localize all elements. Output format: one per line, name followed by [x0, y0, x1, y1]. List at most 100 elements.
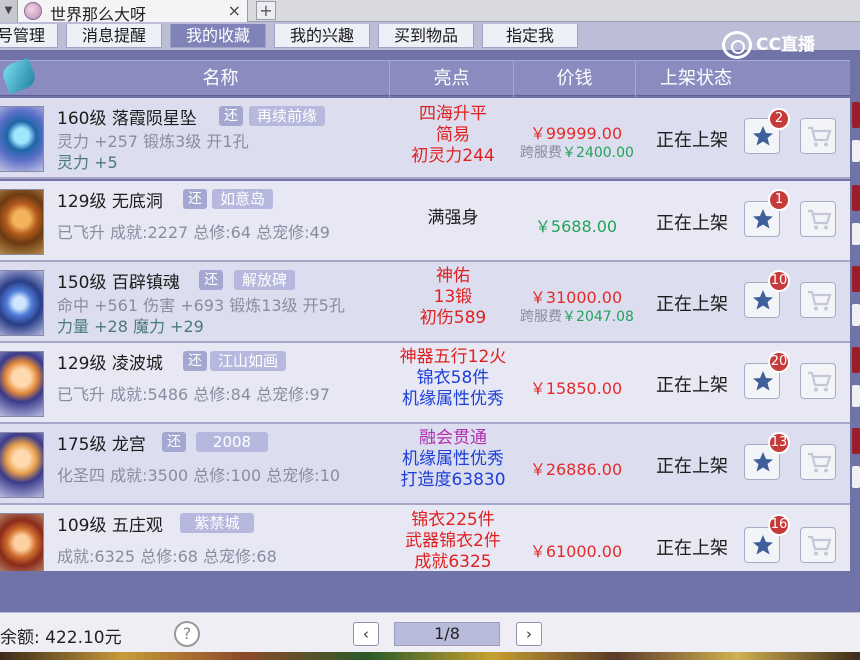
item-price: ￥99999.00	[529, 124, 623, 143]
window-tab[interactable]: 世界那么大呀 ×	[18, 0, 248, 24]
side-handle[interactable]	[852, 266, 860, 292]
star-icon	[753, 535, 773, 555]
star-icon	[753, 371, 773, 391]
item-name: 175级 龙宫	[57, 435, 146, 455]
item-thumbnail[interactable]	[0, 351, 44, 417]
new-tab-button[interactable]: +	[256, 1, 276, 20]
window-tab-bar: ▼ 世界那么大呀 × +	[0, 0, 860, 24]
item-name: 129级 凌波城	[57, 354, 163, 374]
favorite-count-badge: 1	[768, 189, 790, 211]
star-icon	[753, 452, 773, 472]
table-row[interactable]: 129级 无底洞 还 如意岛 已飞升 成就:2227 总修:64 总宠修:49 …	[0, 181, 860, 262]
highlight-item: 锦衣58件	[416, 368, 490, 388]
fee-label: 跨服费	[520, 309, 563, 325]
listing-status: 正在上架	[656, 130, 728, 151]
side-handle[interactable]	[852, 428, 860, 454]
item-price: ￥31000.00	[529, 288, 623, 307]
cross-server-fee: 跨服费￥2047.08	[514, 306, 640, 326]
cross-server-fee: 跨服费￥2400.00	[514, 142, 640, 162]
item-price: ￥15850.00	[529, 379, 623, 398]
avatar-icon	[24, 2, 42, 20]
tab-my-interests[interactable]: 我的兴趣	[274, 24, 370, 48]
highlight-list: 神器五行12火 锦衣58件 机缘属性优秀	[390, 347, 516, 410]
side-handle[interactable]	[852, 385, 860, 407]
tab-dropdown-button[interactable]: ▼	[0, 0, 18, 22]
item-thumbnail[interactable]	[0, 270, 44, 336]
next-page-button[interactable]: ›	[516, 622, 542, 646]
table-row[interactable]: 129级 凌波城 还 江山如画 已飞升 成就:5486 总修:84 总宠修:97…	[0, 343, 860, 424]
cart-icon	[808, 452, 832, 473]
attr-label: 灵力	[57, 153, 90, 172]
bargain-badge: 还	[219, 106, 243, 126]
table-row[interactable]: 175级 龙宫 还 2008 化圣四 成就:3500 总修:100 总宠修:10…	[0, 424, 860, 505]
highlight-list: 四海升平 简易 初灵力244	[390, 104, 516, 167]
side-handle[interactable]	[852, 347, 860, 373]
table-row[interactable]: 109级 五庄观 紫禁城 成就:6325 总修:68 总宠修:68 锦衣225件…	[0, 505, 850, 571]
server-tag: 江山如画	[210, 351, 287, 371]
fee-value: ￥2400.00	[562, 145, 634, 161]
highlight-item: 机缘属性优秀	[402, 389, 504, 409]
help-icon[interactable]: ?	[174, 621, 200, 647]
star-icon	[753, 209, 773, 229]
favorite-count-badge: 2	[768, 108, 790, 130]
item-thumbnail[interactable]	[0, 432, 44, 498]
tab-messages[interactable]: 消息提醒	[66, 24, 162, 48]
column-highlight: 亮点	[390, 61, 514, 97]
item-attributes: 已飞升 成就:5486 总修:84 总宠修:97	[57, 385, 330, 404]
cart-button[interactable]	[800, 282, 836, 318]
highlight-item: 神器五行12火	[399, 347, 507, 367]
item-name: 150级 百辟镇魂	[57, 273, 180, 293]
attr-value: +28 魔力 +29	[94, 317, 204, 336]
cc-live-logo: CC直播	[722, 30, 815, 60]
favorite-count-badge: 20	[768, 351, 790, 373]
side-handle[interactable]	[852, 304, 860, 326]
prev-page-button[interactable]: ‹	[353, 622, 379, 646]
cart-button[interactable]	[800, 444, 836, 480]
highlight-item: 简易	[436, 125, 470, 145]
highlight-item: 锦衣225件	[411, 510, 495, 530]
listing-status: 正在上架	[656, 375, 728, 396]
tab-assigned-to-me[interactable]: 指定我	[482, 24, 578, 48]
item-price: ￥26886.00	[529, 460, 623, 479]
server-tag: 再续前缘	[249, 106, 326, 126]
cart-button[interactable]	[800, 363, 836, 399]
cart-icon	[808, 209, 832, 230]
side-handle[interactable]	[852, 102, 860, 128]
cart-icon	[808, 371, 832, 392]
side-handle[interactable]	[852, 223, 860, 245]
favorite-count-badge: 10	[768, 270, 790, 292]
column-price: 价钱	[514, 61, 636, 97]
tab-account-manage[interactable]: 号管理	[0, 24, 58, 48]
table-row[interactable]: 150级 百辟镇魂 还 解放碑 命中 +561 伤害 +693 锻炼13级 开5…	[0, 262, 860, 343]
listing-status: 正在上架	[656, 294, 728, 315]
listing-status: 正在上架	[656, 538, 728, 559]
highlight-list: 神佑 13锻 初伤589	[390, 266, 516, 329]
close-icon[interactable]: ×	[228, 1, 241, 20]
column-name: 名称	[52, 61, 390, 97]
server-tag: 如意岛	[212, 189, 274, 209]
highlight-item: 融会贯通	[419, 428, 487, 448]
account-balance: 余额: 422.10元	[0, 628, 122, 648]
item-thumbnail[interactable]	[0, 189, 44, 255]
highlight-list: 锦衣225件 武器锦衣2件 成就6325	[390, 510, 516, 571]
side-handle[interactable]	[852, 185, 860, 211]
side-handle[interactable]	[852, 140, 860, 162]
tab-my-favorites[interactable]: 我的收藏	[170, 24, 266, 48]
cc-logo-text: CC直播	[756, 35, 815, 55]
highlight-item: 13锻	[433, 287, 473, 307]
tab-purchased[interactable]: 买到物品	[378, 24, 474, 48]
cart-button[interactable]	[800, 118, 836, 154]
item-thumbnail[interactable]	[0, 513, 44, 571]
cart-button[interactable]	[800, 527, 836, 563]
server-tag: 解放碑	[234, 270, 296, 290]
star-icon	[753, 290, 773, 310]
item-price: ￥5688.00	[534, 217, 618, 236]
cart-button[interactable]	[800, 201, 836, 237]
side-handle[interactable]	[852, 466, 860, 488]
item-thumbnail[interactable]	[0, 106, 44, 172]
table-row[interactable]: 160级 落霞陨星坠 还 再续前缘 灵力 +257 锻炼3级 开1孔 灵力 +5…	[0, 98, 860, 179]
highlight-item: 四海升平	[419, 104, 487, 124]
bargain-badge: 还	[183, 351, 207, 371]
highlight-item: 成就6325	[414, 552, 492, 571]
item-name: 160级 落霞陨星坠	[57, 109, 197, 129]
